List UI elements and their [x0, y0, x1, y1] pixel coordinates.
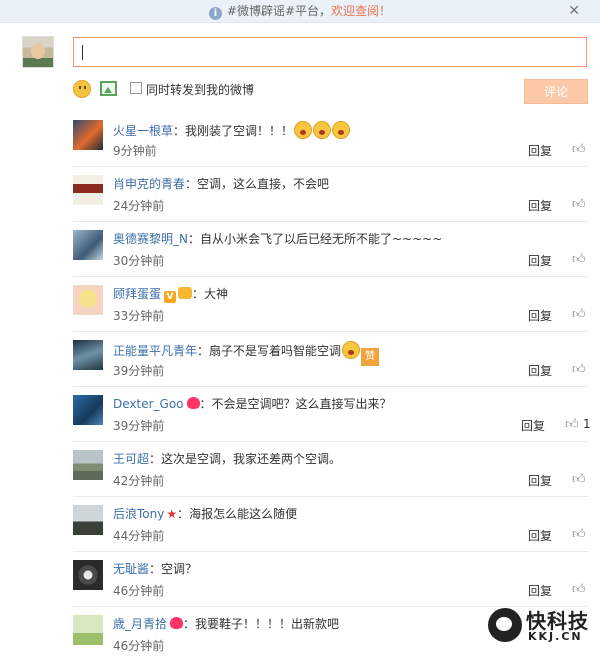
- comment-time: 39分钟前: [113, 419, 165, 433]
- comment-item: 王可超：这次是空调，我家还差两个空调。 42分钟前 回复 👍︎: [73, 442, 588, 497]
- avatar[interactable]: [73, 285, 103, 315]
- comment-time: 39分钟前: [113, 364, 165, 378]
- reply-button[interactable]: 回复: [521, 417, 545, 434]
- avatar[interactable]: [73, 505, 103, 535]
- comment-username[interactable]: 正能量平凡青年: [113, 344, 197, 358]
- avatar[interactable]: [73, 175, 103, 205]
- reply-button[interactable]: 回复: [528, 307, 552, 324]
- comment-input[interactable]: [73, 37, 587, 67]
- comment-item: 后浪Tony ★：海报怎么能这么随便 44分钟前 回复 👍︎: [73, 497, 588, 552]
- reply-button[interactable]: 回复: [528, 252, 552, 269]
- avatar[interactable]: [73, 230, 103, 260]
- like-thumb-icon[interactable]: 👍︎: [572, 582, 586, 597]
- comment-username[interactable]: 火星一根草: [113, 124, 173, 138]
- member-badge-icon: [178, 287, 193, 299]
- like-thumb-icon[interactable]: 👍︎: [572, 197, 586, 212]
- repost-label[interactable]: 同时转发到我的微博: [146, 81, 254, 98]
- like-count: 1: [583, 417, 591, 431]
- submit-comment-button[interactable]: 评论: [524, 79, 588, 104]
- like-thumb-icon[interactable]: 👍︎: [572, 307, 586, 322]
- watermark-site: KKJ.CN: [528, 630, 583, 643]
- like-thumb-icon[interactable]: 👍︎: [572, 472, 586, 487]
- shock-emoji-icon: [313, 121, 332, 139]
- comment-list: 火星一根草：我刚装了空调！！！ 9分钟前 回复 👍︎ 肖申克的青春：空调，这么直…: [73, 112, 591, 661]
- comment-item: Dexter_Goo ：不会是空调吧？这么直接写出来？ 39分钟前 回复 👍︎ 1: [73, 387, 591, 442]
- comment-time: 46分钟前: [113, 584, 165, 598]
- notice-bar: i #微博辟谣#平台，欢迎查阅！ ✕: [0, 0, 600, 23]
- comment-item: 火星一根草：我刚装了空调！！！ 9分钟前 回复 👍︎: [73, 112, 588, 167]
- text-caret: [82, 45, 83, 60]
- avatar[interactable]: [73, 120, 103, 150]
- notice-link[interactable]: 欢迎查阅！: [331, 4, 391, 18]
- comment-time: 24分钟前: [113, 199, 165, 213]
- verified-icon: V: [164, 291, 177, 303]
- comment-time: 44分钟前: [113, 529, 165, 543]
- like-thumb-icon[interactable]: 👍︎: [572, 252, 586, 267]
- comment-username[interactable]: 无耻酱: [113, 562, 149, 576]
- comment-text: 空调？: [161, 562, 198, 576]
- comment-time: 46分钟前: [113, 639, 165, 653]
- kkj-logo-icon: [488, 608, 522, 642]
- comment-text: 我刚装了空调！！！: [185, 124, 294, 138]
- comment-time: 9分钟前: [113, 144, 157, 158]
- comment-text: 我要鞋子！！！！出新款吧: [195, 617, 340, 631]
- comment-text: 大神: [204, 287, 229, 301]
- like-thumb-icon[interactable]: 👍︎: [565, 417, 579, 432]
- heart-badge-icon: [170, 617, 184, 629]
- comment-item: 肖申克的青春：空调，这么直接，不会吧 24分钟前 回复 👍︎: [73, 167, 588, 222]
- shock-emoji-icon: [332, 121, 351, 139]
- comment-text: 扇子不是写着吗智能空调: [209, 344, 342, 358]
- comment-time: 42分钟前: [113, 474, 165, 488]
- repost-checkbox[interactable]: [130, 82, 142, 94]
- comment-username[interactable]: 肖申克的青春: [113, 177, 185, 191]
- comment-text: 自从小米会飞了以后已经无所不能了~~~~~: [200, 232, 443, 246]
- reply-button[interactable]: 回复: [528, 142, 552, 159]
- comment-item: 正能量平凡青年：扇子不是写着吗智能空调赞 39分钟前 回复 👍︎: [73, 332, 588, 387]
- like-thumb-icon[interactable]: 👍︎: [572, 142, 586, 157]
- close-icon[interactable]: ✕: [568, 0, 580, 22]
- avatar[interactable]: [73, 450, 103, 480]
- notice-text: #微博辟谣#平台，: [226, 4, 332, 18]
- laugh-emoji-icon: [342, 341, 361, 359]
- comment-text: 这次是空调，我家还差两个空调。: [161, 452, 342, 466]
- heart-badge-icon: [186, 397, 200, 409]
- my-avatar[interactable]: [22, 36, 54, 68]
- comment-username[interactable]: 后浪Tony: [113, 507, 164, 521]
- zan-sticker-icon: 赞: [361, 348, 380, 366]
- avatar[interactable]: [73, 340, 103, 370]
- reply-button[interactable]: 回复: [528, 197, 552, 214]
- shock-emoji-icon: [294, 121, 313, 139]
- avatar[interactable]: [73, 395, 103, 425]
- reply-button[interactable]: 回复: [528, 582, 552, 599]
- like-thumb-icon[interactable]: 👍︎: [572, 362, 586, 377]
- reply-button[interactable]: 回复: [528, 472, 552, 489]
- emoji-icon[interactable]: [73, 80, 91, 98]
- comment-text: 海报怎么能这么随便: [189, 507, 298, 521]
- comment-item: 无耻酱：空调？ 46分钟前 回复 👍︎: [73, 552, 588, 607]
- avatar[interactable]: [73, 615, 103, 645]
- comment-text: 空调，这么直接，不会吧: [197, 177, 330, 191]
- avatar[interactable]: [73, 560, 103, 590]
- reply-button[interactable]: 回复: [528, 527, 552, 544]
- comment-time: 30分钟前: [113, 254, 165, 268]
- comment-username[interactable]: Dexter_Goo: [113, 397, 184, 411]
- reply-button[interactable]: 回复: [528, 362, 552, 379]
- image-icon[interactable]: [100, 81, 117, 96]
- like-thumb-icon[interactable]: 👍︎: [572, 527, 586, 542]
- info-icon: i: [208, 7, 222, 20]
- star-badge-icon: ★: [166, 507, 178, 521]
- site-watermark: 快科技 KKJ.CN: [488, 605, 592, 645]
- comment-username[interactable]: 歳_月青拾: [113, 617, 167, 631]
- comment-item: 顾拜蛋蛋 V ：大神 33分钟前 回复 👍︎: [73, 277, 588, 332]
- comment-text: 不会是空调吧？这么直接写出来？: [211, 397, 392, 411]
- comment-time: 33分钟前: [113, 309, 165, 323]
- comment-username[interactable]: 王可超: [113, 452, 149, 466]
- comment-username[interactable]: 顾拜蛋蛋: [113, 287, 161, 301]
- composer-toolbar: 同时转发到我的微博 评论: [73, 79, 588, 104]
- comment-item: 奥德赛黎明_N：自从小米会飞了以后已经无所不能了~~~~~ 30分钟前 回复 👍…: [73, 222, 588, 277]
- comment-username[interactable]: 奥德赛黎明_N: [113, 232, 188, 246]
